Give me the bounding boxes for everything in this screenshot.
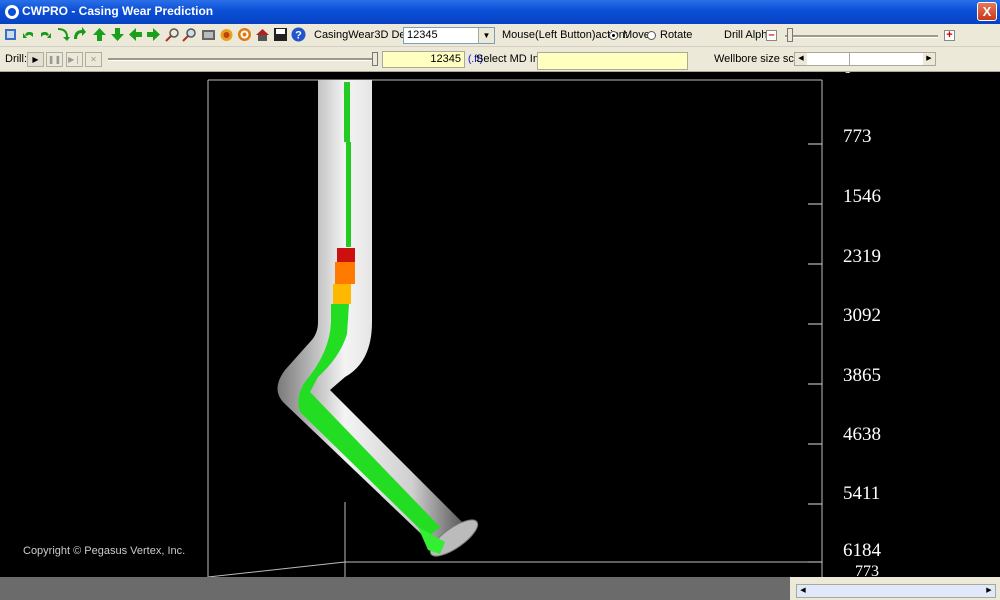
drill-progress-slider[interactable] [108, 58, 374, 61]
drill-alpha-slider[interactable] [785, 35, 938, 38]
open-icon[interactable] [3, 27, 18, 42]
depth-tick-label: 3092 [843, 305, 881, 326]
target-icon[interactable] [237, 27, 252, 42]
arrow-down-icon[interactable] [110, 27, 125, 42]
rotate-icon[interactable] [72, 27, 87, 42]
depth-tick-label: 3865 [843, 365, 881, 386]
color-icon[interactable] [219, 27, 234, 42]
copyright-text: Copyright © Pegasus Vertex, Inc. [23, 545, 186, 557]
depth-tick-label: 1546 [843, 186, 881, 207]
depth-tick-label: 5411 [843, 483, 881, 504]
scroll-thumb[interactable] [809, 53, 850, 65]
wear-zone-high [337, 248, 355, 262]
arrow-left-icon[interactable] [128, 27, 143, 42]
arrow-up-icon[interactable] [92, 27, 107, 42]
rotate-radio[interactable] [647, 31, 656, 40]
wear-zone-mid [335, 262, 355, 284]
wear-zone-low [333, 284, 351, 304]
alpha-max-icon: + [944, 30, 955, 41]
undo-icon[interactable] [21, 27, 36, 42]
chevron-down-icon[interactable]: ▼ [478, 28, 494, 43]
pause-icon[interactable]: ❚❚ [46, 52, 63, 67]
depth-axis-ticks [808, 143, 822, 563]
scroll-right-icon[interactable]: ▶ [983, 585, 995, 597]
wear-stripe-top [344, 82, 350, 142]
drill-toolbar: Drill: ▶ ❚❚ ▶❘ ✕ 12345 (.ft) Select MD I… [0, 47, 1000, 72]
drill-label: Drill: [5, 53, 27, 65]
frame-line-diag [207, 561, 346, 577]
zoom-in-icon[interactable] [165, 27, 180, 42]
bottom-axis-tick-label: 773 [855, 563, 879, 577]
rotate-radio-label[interactable]: Rotate [660, 29, 692, 41]
stop-icon[interactable]: ✕ [85, 52, 102, 67]
step-icon[interactable]: ▶❘ [66, 52, 83, 67]
status-bar: ◀ ▶ [0, 577, 1000, 600]
arrow-right-icon[interactable] [146, 27, 161, 42]
depth-combo-value: 12345 [407, 29, 438, 41]
depth-tick-label: 4638 [843, 424, 881, 445]
depth-tick-label: 773 [843, 126, 872, 147]
scroll-left-icon[interactable]: ◀ [795, 53, 807, 65]
play-icon[interactable]: ▶ [27, 52, 44, 67]
snapshot-icon[interactable] [201, 27, 216, 42]
main-toolbar: ? CasingWear3D Depth: 12345 ▼ Mouse(Left… [0, 24, 1000, 47]
save-icon[interactable] [273, 27, 288, 42]
move-radio-label[interactable]: Move [623, 29, 650, 41]
redo-icon[interactable] [38, 27, 53, 42]
move-radio[interactable] [609, 31, 618, 40]
scroll-left-icon[interactable]: ◀ [797, 585, 809, 597]
drill-depth-value: 12345 [430, 53, 461, 65]
wellbore-scale-scrollbar[interactable]: ◀ ▶ [794, 52, 936, 66]
svg-text:?: ? [295, 30, 302, 42]
title-bar: CWPRO - Casing Wear Prediction X [0, 0, 1000, 24]
select-md-input[interactable] [537, 52, 688, 70]
drill-alpha-thumb[interactable] [787, 28, 793, 42]
scroll-right-icon[interactable]: ▶ [923, 53, 935, 65]
drill-progress-thumb[interactable] [372, 52, 378, 66]
wear-stripe-upper [346, 142, 351, 247]
alpha-min-icon: – [766, 30, 777, 41]
drill-depth-display: 12345 [382, 51, 465, 68]
3d-viewport[interactable]: 0 773 1546 2319 3092 3865 4638 5411 6184… [0, 72, 1000, 577]
window-title: CWPRO - Casing Wear Prediction [22, 4, 214, 18]
depth-tick-label: 2319 [843, 246, 881, 267]
help-icon[interactable]: ? [291, 27, 306, 42]
app-icon [5, 5, 19, 19]
depth-combo[interactable]: 12345 ▼ [403, 27, 495, 44]
zoom-out-icon[interactable] [182, 27, 197, 42]
close-button[interactable]: X [977, 2, 997, 21]
horizontal-scrollbar[interactable]: ◀ ▶ [796, 584, 996, 598]
depth-tick-label: 0 [843, 72, 853, 79]
depth-tick-label: 6184 [843, 540, 881, 561]
home-icon[interactable] [255, 27, 270, 42]
redo-alt-icon[interactable] [55, 27, 70, 42]
